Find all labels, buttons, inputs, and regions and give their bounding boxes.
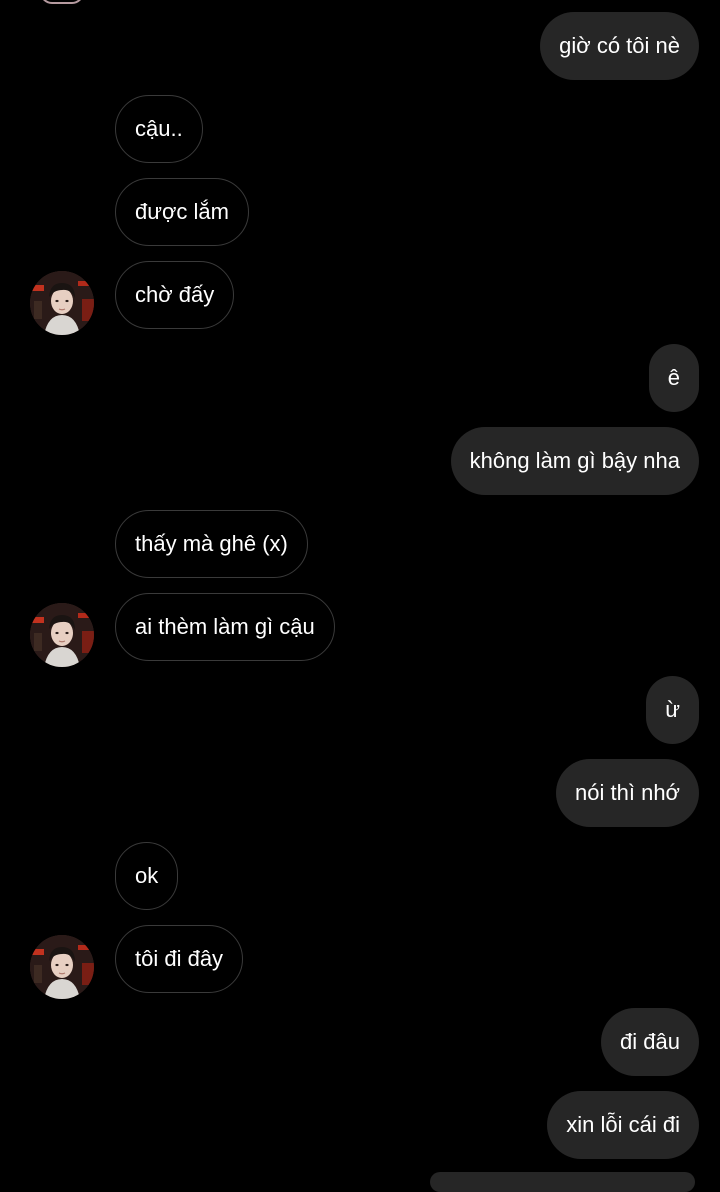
message-bubble-received[interactable]: ok bbox=[115, 842, 179, 910]
message-bubble-sent[interactable]: ừ bbox=[646, 676, 699, 744]
message-bubble-received[interactable]: thấy mà ghê (x) bbox=[115, 510, 308, 578]
contact-avatar-icon[interactable] bbox=[30, 271, 94, 335]
message-bubble-received[interactable]: tôi đi đây bbox=[115, 925, 244, 993]
message-bubble-received[interactable]: chờ đấy bbox=[115, 261, 235, 329]
message-bubble-received[interactable]: cậu.. bbox=[115, 95, 203, 163]
contact-avatar-icon[interactable] bbox=[30, 603, 94, 667]
message-bubble-sent[interactable]: nói thì nhớ bbox=[556, 759, 699, 827]
message-bubble-sent[interactable]: ê bbox=[648, 344, 699, 412]
message-bubble-sent[interactable]: đi đâu bbox=[601, 1008, 699, 1076]
message-bubble-received[interactable]: được lắm bbox=[115, 178, 249, 246]
message-bubble-sent[interactable]: xin lỗi cái đi bbox=[547, 1091, 699, 1159]
message-bubble-sent-partial[interactable] bbox=[430, 1172, 695, 1192]
chat-thread: giờ có tôi nè cậu.. được lắm chờ đấy ê k… bbox=[0, 0, 720, 1192]
message-bubble-sent[interactable]: không làm gì bậy nha bbox=[450, 427, 699, 495]
contact-avatar-icon[interactable] bbox=[40, 0, 84, 4]
contact-avatar-icon[interactable] bbox=[30, 935, 94, 999]
message-bubble-received[interactable]: ai thèm làm gì cậu bbox=[115, 593, 335, 661]
message-bubble-sent[interactable]: giờ có tôi nè bbox=[540, 12, 699, 80]
